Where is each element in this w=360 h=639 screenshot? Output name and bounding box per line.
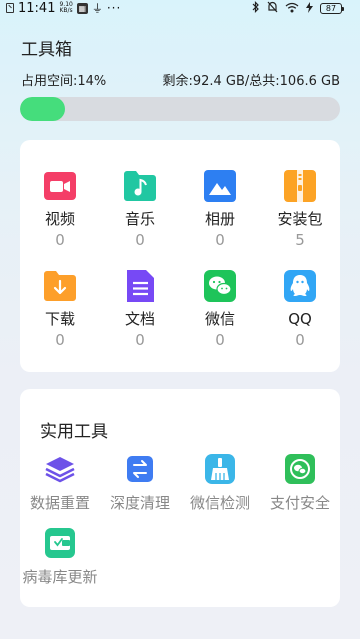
- download-icon: [44, 271, 76, 301]
- music-icon: [124, 171, 156, 201]
- category-qq[interactable]: QQ 0: [260, 268, 340, 349]
- category-label: 文档: [124, 310, 155, 328]
- charging-icon: [306, 1, 313, 16]
- wifi-icon: [285, 2, 299, 16]
- file-category-card: 视频 0 音乐 0 相册 0 安装包 5 下载 0 文档 0 微信 0 QQ 0: [20, 140, 340, 372]
- category-count: 0: [215, 331, 225, 349]
- category-label: 视频: [44, 210, 75, 228]
- pay-shield-icon: [285, 454, 315, 484]
- bluetooth-icon: [252, 1, 260, 16]
- category-count: 5: [295, 231, 305, 249]
- tools-section-title: 实用工具: [40, 422, 108, 442]
- mute-icon: [267, 1, 278, 16]
- category-wechat[interactable]: 微信 0: [180, 268, 260, 349]
- battery-icon: 87: [320, 3, 344, 14]
- category-document[interactable]: 文档 0: [100, 268, 180, 349]
- category-label: 微信: [204, 310, 235, 328]
- storage-progress-bar: [20, 97, 340, 121]
- tool-label: 支付安全: [269, 494, 330, 512]
- category-label: 安装包: [277, 210, 323, 228]
- category-label: 音乐: [124, 210, 155, 228]
- category-count: 0: [215, 231, 225, 249]
- video-icon: [44, 172, 76, 200]
- tool-wechat-check[interactable]: 微信检测: [180, 453, 260, 513]
- category-count: 0: [135, 231, 145, 249]
- category-count: 0: [55, 231, 65, 249]
- status-time: 11:41: [18, 0, 56, 16]
- category-video[interactable]: 视频 0: [20, 168, 100, 249]
- speed-unit: KB/s: [59, 7, 73, 14]
- category-count: 0: [295, 331, 305, 349]
- storage-used-label: 占用空间:14%: [21, 74, 107, 89]
- tool-virus-db-update[interactable]: 病毒库更新: [20, 527, 100, 587]
- more-dots-icon: ···: [106, 1, 122, 15]
- status-bar: 11:41 9.10 KB/s ▦ ⏚ ··· 87: [0, 0, 360, 16]
- storage-progress-fill: [20, 97, 65, 121]
- broom-icon: [205, 454, 235, 484]
- category-count: 0: [55, 331, 65, 349]
- qq-icon: [284, 270, 316, 302]
- category-photo[interactable]: 相册 0: [180, 168, 260, 249]
- network-speed: 9.10 KB/s: [59, 2, 72, 14]
- category-label: 下载: [44, 310, 75, 328]
- category-label: 相册: [204, 210, 235, 228]
- tool-label: 病毒库更新: [22, 568, 98, 586]
- document-icon: [127, 270, 154, 302]
- hd-badge-icon: ▦: [76, 2, 88, 14]
- photo-icon: [204, 170, 236, 202]
- category-label: QQ: [288, 310, 312, 328]
- tool-payment-security[interactable]: 支付安全: [260, 453, 340, 513]
- page-title: 工具箱: [21, 40, 72, 60]
- category-package[interactable]: 安装包 5: [260, 168, 340, 249]
- tools-card: 实用工具 数据重置 深度清理 微信检测 支付安全 病毒库更新: [20, 389, 340, 607]
- storage-remaining-label: 剩余:92.4 GB/总共:106.6 GB: [162, 74, 340, 89]
- tool-label: 数据重置: [29, 494, 90, 512]
- tool-label: 深度清理: [109, 494, 170, 512]
- tool-data-reset[interactable]: 数据重置: [20, 453, 100, 513]
- swap-icon: [127, 456, 153, 482]
- category-count: 0: [135, 331, 145, 349]
- category-music[interactable]: 音乐 0: [100, 168, 180, 249]
- tool-label: 微信检测: [189, 494, 250, 512]
- package-icon: [284, 170, 316, 202]
- virus-update-icon: [45, 528, 75, 558]
- sim-icon: [6, 3, 14, 13]
- category-download[interactable]: 下载 0: [20, 268, 100, 349]
- wechat-icon: [204, 270, 236, 302]
- layers-icon: [45, 457, 75, 483]
- usb-icon: ⏚: [91, 2, 103, 15]
- tool-deep-clean[interactable]: 深度清理: [100, 453, 180, 513]
